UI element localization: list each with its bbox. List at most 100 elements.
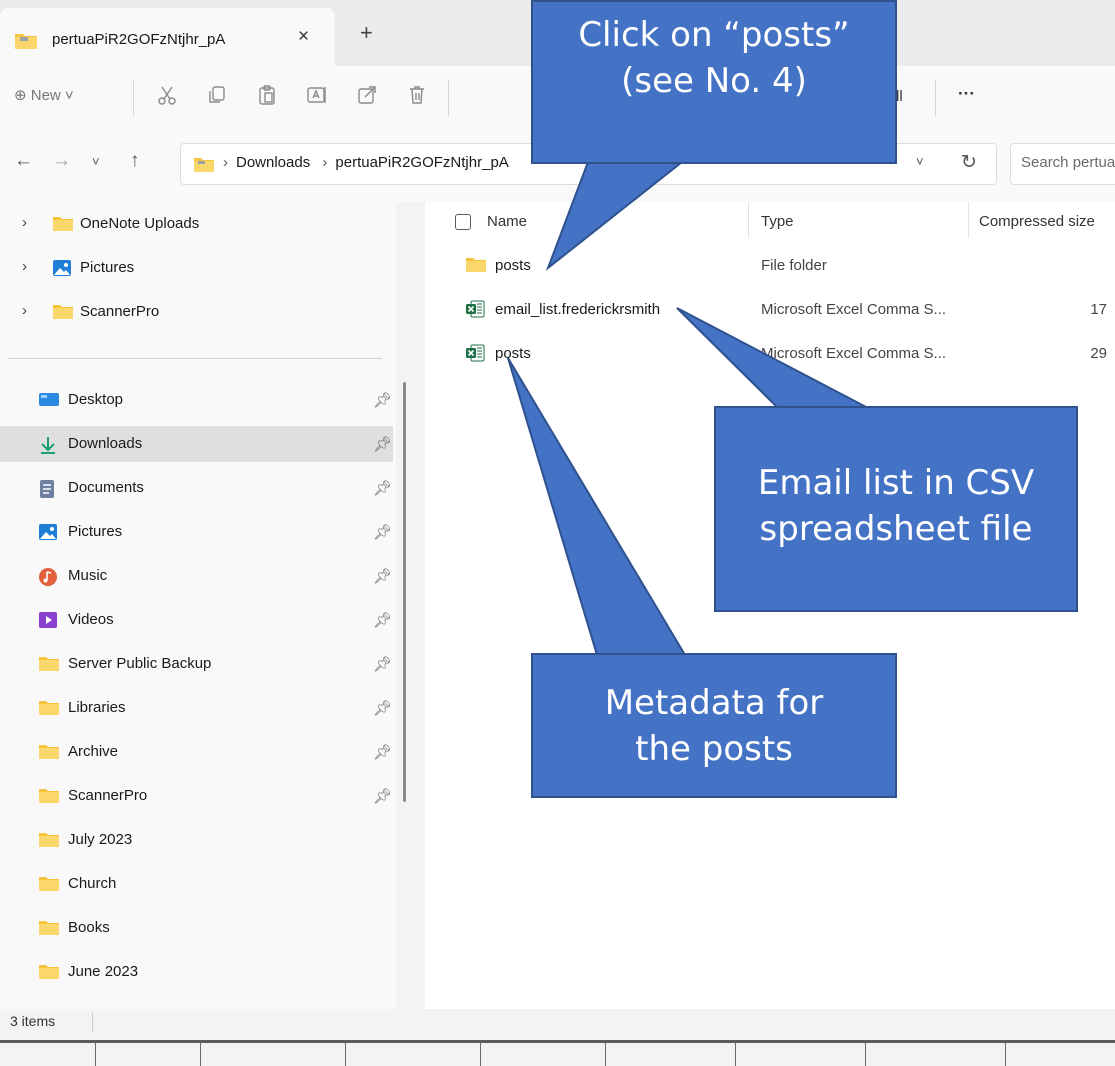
new-tab-button[interactable]: + <box>360 20 373 46</box>
sidebar-item-videos[interactable]: Videos 📌︎ <box>0 602 393 638</box>
sidebar-item-server-public-backup[interactable]: Server Public Backup 📌︎ <box>0 646 393 682</box>
folder-icon <box>52 303 74 324</box>
cut-icon[interactable] <box>156 84 178 111</box>
folder-icon <box>38 963 60 984</box>
pin-icon[interactable]: 📌︎ <box>373 743 392 761</box>
expand-chevron-icon[interactable]: › <box>22 302 27 319</box>
callout-text: Click on “posts” <box>578 15 850 55</box>
sidebar-item-scannerpro[interactable]: › ScannerPro <box>0 294 393 330</box>
folder-icon <box>465 256 487 277</box>
taskbar-tick <box>605 1043 606 1066</box>
address-dropdown-icon[interactable]: ˅ <box>916 154 924 169</box>
select-all-button[interactable]: ll <box>896 88 903 105</box>
sidebar-item-label: Pictures <box>68 523 123 540</box>
callout-text: Email list in CSV <box>757 463 1035 503</box>
sidebar-item-label: Server Public Backup <box>68 655 212 672</box>
sidebar-item-label: Desktop <box>68 391 124 408</box>
sidebar-item-label: Documents <box>68 479 144 496</box>
pictures-icon <box>52 259 72 281</box>
pin-icon[interactable]: 📌︎ <box>373 435 392 453</box>
sidebar-item-libraries[interactable]: Libraries 📌︎ <box>0 690 393 726</box>
tab-title: pertuaPiR2GOFzNtjhr_pA <box>52 31 226 48</box>
file-row[interactable]: posts Microsoft Excel Comma S... 29 <box>425 334 1115 374</box>
sidebar-item-downloads[interactable]: Downloads 📌︎ <box>0 426 393 462</box>
pin-icon[interactable]: 📌︎ <box>373 479 392 497</box>
pin-icon[interactable]: 📌︎ <box>373 391 392 409</box>
back-arrow-icon[interactable]: ← <box>14 150 33 172</box>
breadcrumb-item[interactable]: pertuaPiR2GOFzNtjhr_pA <box>335 154 508 171</box>
zip-folder-icon <box>14 30 38 54</box>
pin-icon[interactable]: 📌︎ <box>373 699 392 717</box>
search-box[interactable]: Search pertua <box>1010 143 1115 185</box>
refresh-icon[interactable]: ↻ <box>961 151 977 174</box>
file-name: posts <box>495 345 531 362</box>
column-header-name[interactable]: Name <box>487 213 527 230</box>
sidebar-item-desktop[interactable]: Desktop 📌︎ <box>0 382 393 418</box>
folder-icon <box>38 699 60 720</box>
pin-icon[interactable]: 📌︎ <box>373 567 392 585</box>
navigation-pane: › OneNote Uploads › Pictures › ScannerPr… <box>0 202 396 1017</box>
expand-chevron-icon[interactable]: › <box>22 258 27 275</box>
share-icon[interactable] <box>356 84 378 111</box>
column-header-type[interactable]: Type <box>761 213 794 230</box>
breadcrumb-item[interactable]: Downloads <box>236 154 310 171</box>
sidebar-item-church[interactable]: Church <box>0 866 393 902</box>
forward-arrow-icon[interactable]: → <box>52 150 71 172</box>
sidebar-item-label: Archive <box>68 743 119 760</box>
sidebar-item-pictures[interactable]: › Pictures <box>0 250 393 286</box>
sidebar-item-onenote-uploads[interactable]: › OneNote Uploads <box>0 206 393 242</box>
sidebar-item-june-2023[interactable]: June 2023 <box>0 954 393 990</box>
copy-icon[interactable] <box>206 84 228 111</box>
callout-text: (see No. 4) <box>621 61 807 101</box>
file-row[interactable]: email_list.frederickrsmith Microsoft Exc… <box>425 290 1115 330</box>
breadcrumb-chevron-icon: › <box>223 154 228 171</box>
window-tab[interactable]: pertuaPiR2GOFzNtjhr_pA × <box>0 8 335 66</box>
folder-icon <box>38 787 60 808</box>
select-all-checkbox[interactable] <box>455 214 471 230</box>
expand-chevron-icon[interactable]: › <box>22 214 27 231</box>
close-tab-icon[interactable]: × <box>298 26 309 48</box>
sidebar-item-scannerpro-quick[interactable]: ScannerPro 📌︎ <box>0 778 393 814</box>
column-divider[interactable] <box>748 202 749 238</box>
file-name: email_list.frederickrsmith <box>495 301 661 318</box>
folder-icon <box>38 831 60 852</box>
file-type: File folder <box>761 257 827 274</box>
file-row[interactable]: posts File folder <box>425 246 1115 286</box>
sidebar-item-label: ScannerPro <box>68 787 148 804</box>
sidebar-scrollbar[interactable] <box>403 382 406 802</box>
up-arrow-icon[interactable]: ↑ <box>130 150 140 172</box>
recent-locations-chevron-icon[interactable]: ˅ <box>92 154 100 169</box>
new-button[interactable]: ⊕ New ˅ <box>14 86 74 104</box>
music-icon <box>38 567 58 591</box>
sidebar-item-july-2023[interactable]: July 2023 <box>0 822 393 858</box>
sidebar-item-label: Videos <box>68 611 114 628</box>
sidebar-item-books[interactable]: Books <box>0 910 393 946</box>
status-bar: 3 items <box>0 1009 1115 1066</box>
folder-icon <box>38 875 60 896</box>
sidebar-item-label: Music <box>68 567 108 584</box>
sidebar-item-music[interactable]: Music 📌︎ <box>0 558 393 594</box>
column-divider[interactable] <box>968 202 969 238</box>
sidebar-item-label: Church <box>68 875 117 892</box>
pin-icon[interactable]: 📌︎ <box>373 787 392 805</box>
sidebar-item-archive[interactable]: Archive 📌︎ <box>0 734 393 770</box>
column-header-compressed-size[interactable]: Compressed size <box>979 213 1095 230</box>
callout-text: spreadsheet file <box>759 509 1033 549</box>
excel-csv-icon <box>465 344 485 366</box>
sidebar-item-pictures-quick[interactable]: Pictures 📌︎ <box>0 514 393 550</box>
status-divider <box>92 1012 93 1032</box>
zip-folder-icon <box>193 155 215 177</box>
toolbar-divider <box>448 80 449 116</box>
more-options-button[interactable]: ··· <box>958 84 975 104</box>
pin-icon[interactable]: 📌︎ <box>373 611 392 629</box>
delete-icon[interactable] <box>406 84 428 111</box>
sidebar-item-documents[interactable]: Documents 📌︎ <box>0 470 393 506</box>
file-type: Microsoft Excel Comma S... <box>761 301 947 318</box>
paste-icon[interactable] <box>256 84 278 111</box>
taskbar-tick <box>480 1043 481 1066</box>
pin-icon[interactable]: 📌︎ <box>373 655 392 673</box>
pin-icon[interactable]: 📌︎ <box>373 523 392 541</box>
sidebar-item-label: Libraries <box>68 699 126 716</box>
item-count: 3 items <box>10 1013 56 1029</box>
rename-icon[interactable] <box>306 84 328 111</box>
